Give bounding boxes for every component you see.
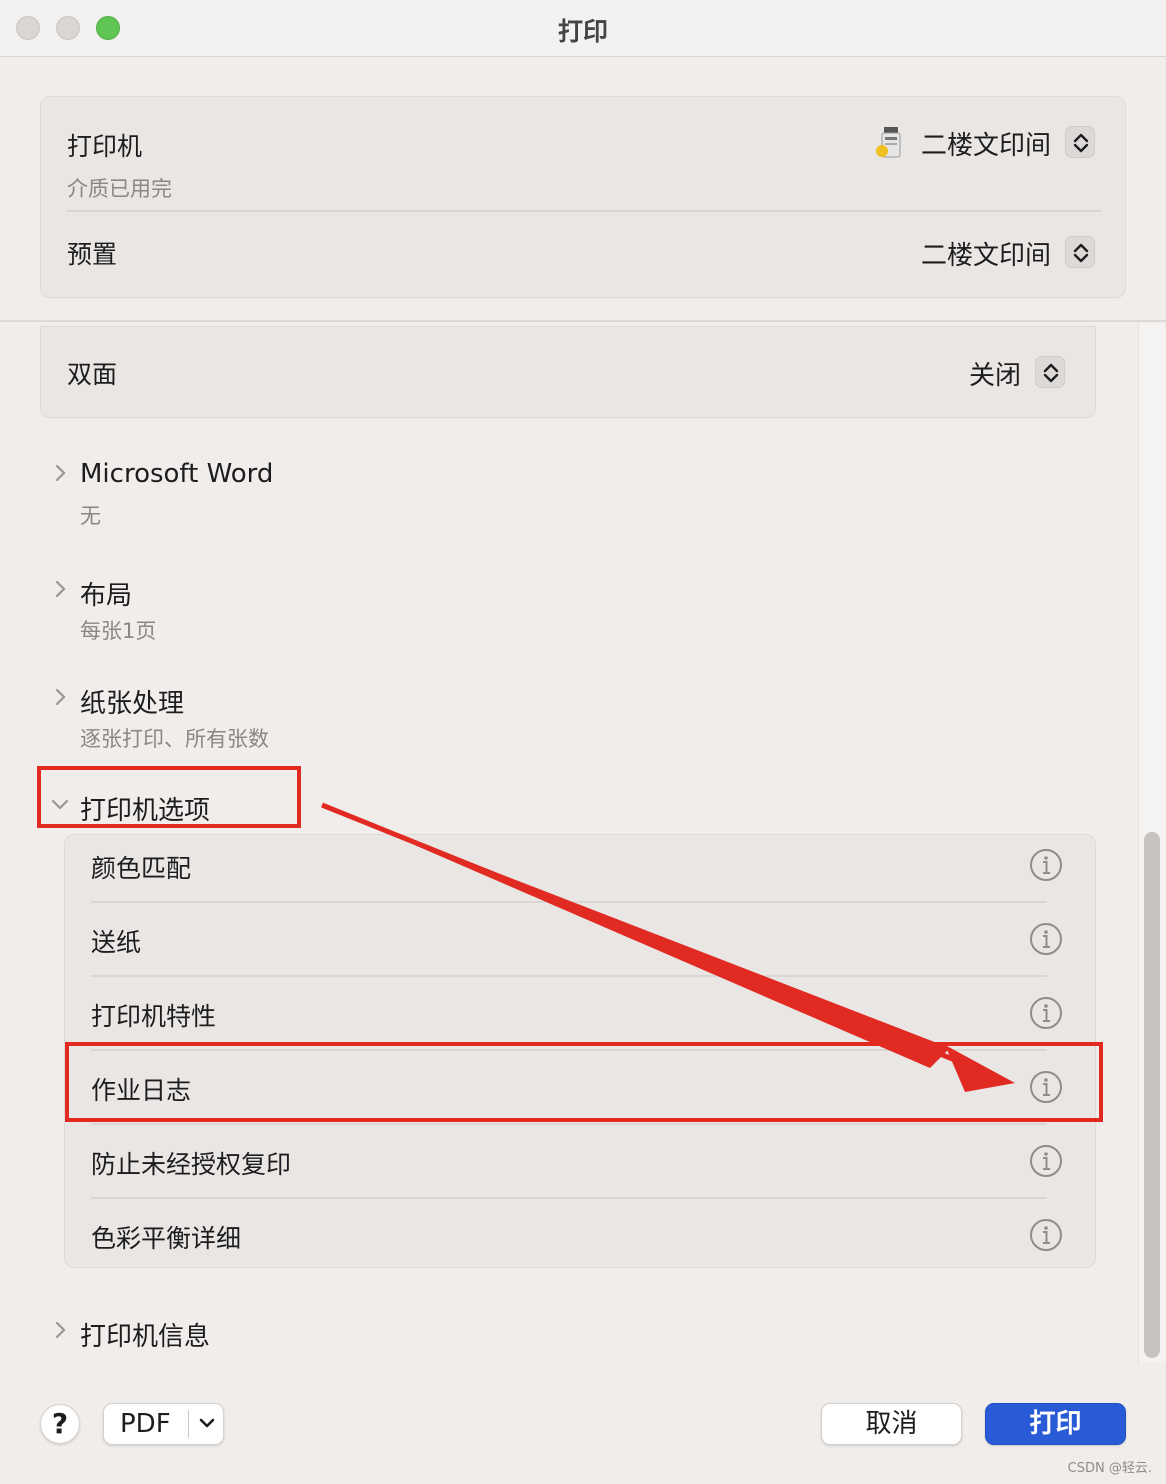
info-icon[interactable] (1029, 1144, 1063, 1178)
info-icon[interactable] (1029, 922, 1063, 956)
option-color-balance-label[interactable]: 色彩平衡详细 (91, 1219, 241, 1255)
title-bar: 打印 (0, 0, 1166, 57)
section-layout-title[interactable]: 布局 (80, 575, 132, 612)
printer-label: 打印机 (67, 132, 143, 161)
printer-popup-stepper[interactable] (1065, 126, 1095, 158)
annotation-highlight-box (37, 766, 301, 828)
window-title: 打印 (557, 17, 608, 46)
printer-status: 介质已用完 (67, 177, 172, 201)
chevron-right-icon[interactable] (54, 687, 68, 707)
chevron-updown-icon (1073, 243, 1089, 263)
duplex-popup-stepper[interactable] (1035, 356, 1065, 388)
section-printer-info-title[interactable]: 打印机信息 (80, 1316, 210, 1353)
section-paper-handling-subtitle: 逐张打印、所有张数 (80, 727, 269, 751)
option-color-matching-label[interactable]: 颜色匹配 (91, 849, 191, 885)
divider (91, 901, 1047, 903)
info-icon[interactable] (1029, 1218, 1063, 1252)
section-microsoft-word-subtitle: 无 (80, 504, 101, 528)
section-layout-subtitle: 每张1页 (80, 619, 157, 643)
divider (188, 1410, 189, 1438)
option-copy-protection-label[interactable]: 防止未经授权复印 (91, 1145, 291, 1181)
info-icon[interactable] (1029, 996, 1063, 1030)
chevron-right-icon[interactable] (54, 579, 68, 599)
preset-popup-value[interactable]: 二楼文印间 (901, 235, 1051, 272)
chevron-down-icon[interactable] (198, 1417, 216, 1431)
annotation-highlight-box (65, 1042, 1103, 1122)
printer-popup-value[interactable]: 二楼文印间 (901, 125, 1051, 162)
chevron-updown-icon (1073, 133, 1089, 153)
help-button[interactable]: ? (40, 1404, 80, 1444)
pdf-label: PDF (120, 1409, 171, 1439)
info-icon[interactable] (1029, 848, 1063, 882)
duplex-group: 双面 关闭 (40, 326, 1096, 418)
duplex-popup-value[interactable]: 关闭 (901, 355, 1021, 392)
chevron-updown-icon (1043, 363, 1059, 383)
divider (67, 210, 1101, 212)
preset-popup-stepper[interactable] (1065, 236, 1095, 268)
section-microsoft-word-title[interactable]: Microsoft Word (80, 459, 273, 489)
printer-icon (876, 127, 901, 158)
chevron-right-icon[interactable] (54, 1320, 68, 1340)
divider (91, 975, 1047, 977)
divider (91, 1123, 1047, 1125)
duplex-label: 双面 (67, 360, 118, 389)
cancel-button[interactable]: 取消 (821, 1403, 962, 1445)
chevron-right-icon[interactable] (54, 463, 68, 483)
option-paper-feed-label[interactable]: 送纸 (91, 923, 141, 959)
divider (91, 1197, 1047, 1199)
option-printer-features-label[interactable]: 打印机特性 (91, 997, 216, 1033)
printer-group: 打印机 介质已用完 二楼文印间 预置 二楼文印间 (40, 96, 1126, 298)
section-paper-handling-title[interactable]: 纸张处理 (80, 683, 184, 720)
preset-label: 预置 (67, 240, 118, 269)
scrollbar-thumb[interactable] (1144, 832, 1160, 1358)
watermark: CSDN @轻云. (1067, 1461, 1152, 1476)
print-button[interactable]: 打印 (985, 1403, 1126, 1445)
